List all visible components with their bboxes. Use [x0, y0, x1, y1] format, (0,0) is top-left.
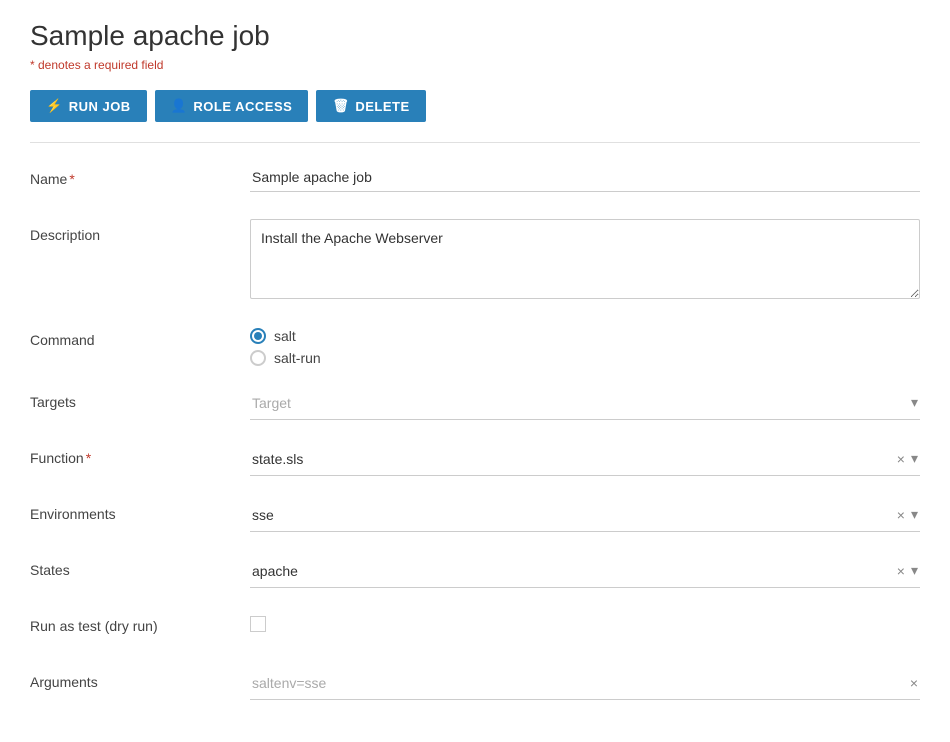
- arguments-clear-icon[interactable]: ×: [910, 675, 918, 691]
- description-label: Description: [30, 219, 250, 243]
- run-job-icon: ⚡: [46, 98, 63, 114]
- delete-icon: 🗑: [332, 98, 349, 114]
- dry-run-label: Run as test (dry run): [30, 610, 250, 634]
- targets-row: Targets Target ▾: [30, 386, 920, 422]
- dry-run-row: Run as test (dry run): [30, 610, 920, 646]
- states-field-wrap: apache × ▾: [250, 554, 920, 588]
- environments-chevron-icon: ▾: [911, 506, 918, 523]
- toolbar: ⚡ RUN JOB 👤 ROLE ACCESS 🗑 DELETE: [30, 90, 920, 122]
- dry-run-checkbox-item: [250, 616, 920, 632]
- command-row: Command salt salt-run: [30, 324, 920, 366]
- name-input[interactable]: [250, 163, 920, 192]
- states-label: States: [30, 554, 250, 578]
- description-row: Description Install the Apache Webserver: [30, 219, 920, 304]
- page-title: Sample apache job: [30, 20, 920, 52]
- environments-value: sse: [252, 507, 897, 523]
- role-access-button[interactable]: 👤 ROLE ACCESS: [155, 90, 309, 122]
- arguments-field-wrap: saltenv=sse ×: [250, 666, 920, 700]
- radio-salt-label: salt: [274, 328, 296, 344]
- divider: [30, 142, 920, 143]
- name-row: Name*: [30, 163, 920, 199]
- function-select[interactable]: state.sls × ▾: [250, 442, 920, 476]
- function-label: Function*: [30, 442, 250, 466]
- environments-clear-icon[interactable]: ×: [897, 507, 905, 523]
- description-textarea[interactable]: Install the Apache Webserver: [250, 219, 920, 299]
- states-icons: × ▾: [897, 562, 918, 579]
- targets-select[interactable]: Target ▾: [250, 386, 920, 420]
- environments-row: Environments sse × ▾: [30, 498, 920, 534]
- targets-placeholder: Target: [252, 395, 911, 411]
- environments-label: Environments: [30, 498, 250, 522]
- radio-salt-circle: [250, 328, 266, 344]
- command-label: Command: [30, 324, 250, 348]
- states-clear-icon[interactable]: ×: [897, 563, 905, 579]
- states-value: apache: [252, 563, 897, 579]
- dry-run-field-wrap: [250, 610, 920, 632]
- run-job-label: RUN JOB: [69, 99, 131, 114]
- command-radio-group: salt salt-run: [250, 324, 920, 366]
- delete-label: DELETE: [355, 99, 409, 114]
- function-field-wrap: state.sls × ▾: [250, 442, 920, 476]
- name-field-wrap: [250, 163, 920, 192]
- dry-run-checkbox[interactable]: [250, 616, 266, 632]
- states-chevron-icon: ▾: [911, 562, 918, 579]
- delete-button[interactable]: 🗑 DELETE: [316, 90, 425, 122]
- arguments-row: Arguments saltenv=sse ×: [30, 666, 920, 702]
- function-icons: × ▾: [897, 450, 918, 467]
- arguments-icons: ×: [910, 675, 918, 691]
- command-options-wrap: salt salt-run: [250, 324, 920, 366]
- radio-salt-run-circle: [250, 350, 266, 366]
- states-select[interactable]: apache × ▾: [250, 554, 920, 588]
- targets-label: Targets: [30, 386, 250, 410]
- role-access-icon: 👤: [171, 98, 188, 114]
- required-note: * denotes a required field: [30, 58, 920, 72]
- role-access-label: ROLE ACCESS: [193, 99, 292, 114]
- description-field-wrap: Install the Apache Webserver: [250, 219, 920, 304]
- targets-icons: ▾: [911, 394, 918, 411]
- targets-chevron-icon: ▾: [911, 394, 918, 411]
- command-salt-run-option[interactable]: salt-run: [250, 350, 920, 366]
- arguments-label: Arguments: [30, 666, 250, 690]
- environments-icons: × ▾: [897, 506, 918, 523]
- targets-field-wrap: Target ▾: [250, 386, 920, 420]
- function-value: state.sls: [252, 451, 897, 467]
- environments-field-wrap: sse × ▾: [250, 498, 920, 532]
- function-chevron-icon: ▾: [911, 450, 918, 467]
- command-salt-option[interactable]: salt: [250, 328, 920, 344]
- name-label: Name*: [30, 163, 250, 187]
- environments-select[interactable]: sse × ▾: [250, 498, 920, 532]
- arguments-placeholder: saltenv=sse: [252, 675, 910, 691]
- states-row: States apache × ▾: [30, 554, 920, 590]
- run-job-button[interactable]: ⚡ RUN JOB: [30, 90, 147, 122]
- function-row: Function* state.sls × ▾: [30, 442, 920, 478]
- arguments-input-wrap: saltenv=sse ×: [250, 666, 920, 700]
- function-clear-icon[interactable]: ×: [897, 451, 905, 467]
- radio-salt-run-label: salt-run: [274, 350, 321, 366]
